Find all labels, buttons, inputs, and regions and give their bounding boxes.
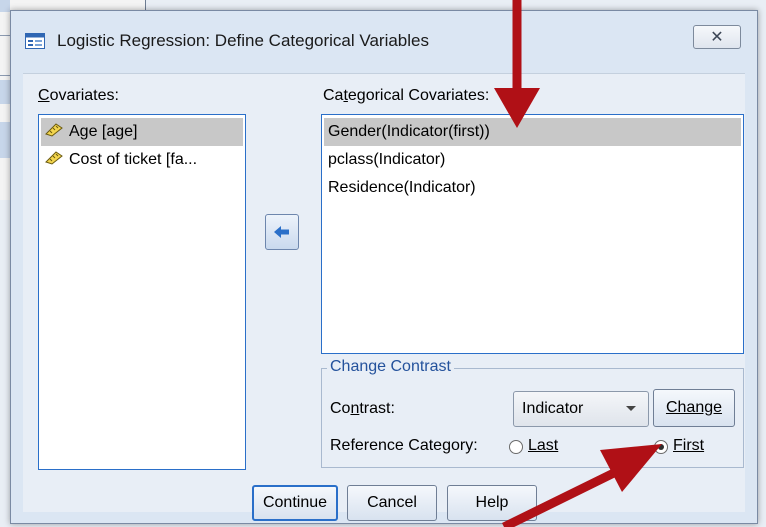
change-button[interactable]: Change [653,389,735,427]
left-arrow-icon [274,226,289,238]
close-button[interactable]: ✕ [693,25,741,49]
background-window-strip [0,0,10,12]
contrast-dropdown-value: Indicator [522,400,584,417]
list-item[interactable]: Gender(Indicator(first)) [324,118,741,146]
chevron-down-icon [626,406,636,411]
ruler-scale-icon [45,123,63,137]
last-radio-label[interactable]: Last [528,437,558,455]
title-bar[interactable]: Logistic Regression: Define Categorical … [11,11,757,71]
contrast-label: Contrast: [330,400,395,417]
categorical-covariates-label: Categorical Covariates: [323,87,490,104]
move-variable-button[interactable] [265,214,299,250]
categorical-covariates-list[interactable]: Gender(Indicator(first)) pclass(Indicato… [321,114,744,354]
list-item[interactable]: pclass(Indicator) [324,146,741,174]
change-contrast-title: Change Contrast [327,358,454,376]
define-categorical-variables-dialog: Logistic Regression: Define Categorical … [10,10,758,524]
ruler-scale-icon [45,151,63,165]
close-icon: ✕ [710,29,724,46]
reference-category-label: Reference Category: [330,437,478,454]
dialog-body: Covariates: Age [age] Cost of ticket [fa… [23,73,745,521]
covariates-list[interactable]: Age [age] Cost of ticket [fa... [38,114,246,470]
covariates-label: Covariates: [38,87,119,104]
help-button[interactable]: Help [447,485,537,521]
background-window-strip [0,122,10,158]
spss-dialog-icon [25,33,45,49]
last-radio[interactable] [509,440,523,454]
first-radio[interactable] [654,440,668,454]
continue-button[interactable]: Continue [252,485,338,521]
list-item[interactable]: Age [age] [41,118,243,146]
list-item[interactable]: Cost of ticket [fa... [41,146,243,174]
first-radio-label[interactable]: First [673,437,704,455]
contrast-dropdown[interactable]: Indicator [513,391,649,427]
background-window-strip [0,80,10,104]
dialog-title: Logistic Regression: Define Categorical … [57,31,429,50]
list-item[interactable]: Residence(Indicator) [324,174,741,202]
cancel-button[interactable]: Cancel [347,485,437,521]
